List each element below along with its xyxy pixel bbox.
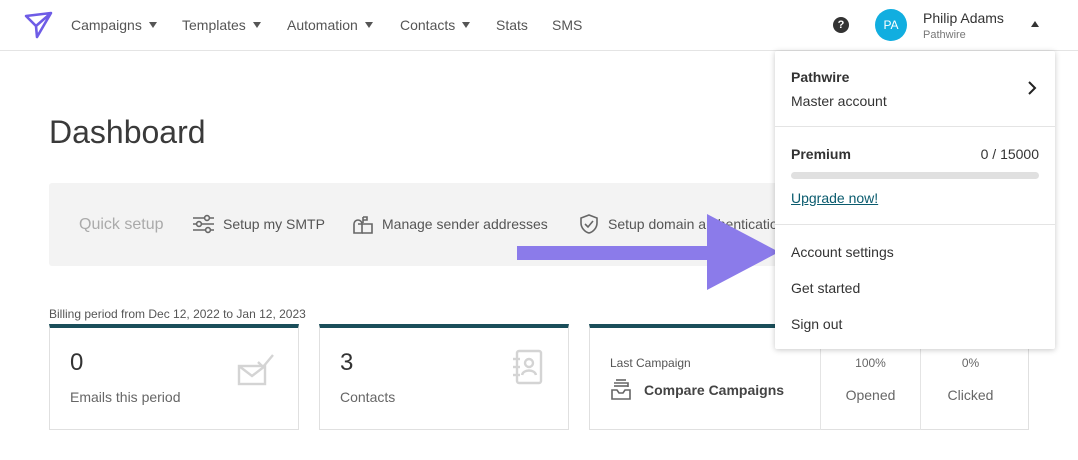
chevron-down-icon [148, 22, 157, 28]
contacts-card[interactable]: 3 Contacts [319, 324, 569, 430]
nav-campaigns[interactable]: Campaigns [71, 17, 157, 33]
plan-name: Premium [791, 146, 851, 162]
contacts-label: Contacts [340, 389, 396, 405]
annotation-arrow [517, 214, 779, 290]
nav-sms[interactable]: SMS [552, 17, 582, 33]
contacts-count: 3 [340, 349, 354, 376]
envelope-check-icon [237, 354, 274, 386]
dropdown-divider [775, 224, 1055, 225]
nav-contacts-label: Contacts [400, 17, 456, 33]
chevron-down-icon [462, 22, 471, 28]
opened-label: Opened [845, 387, 896, 403]
nav-templates[interactable]: Templates [182, 17, 261, 33]
nav-sms-label: SMS [552, 17, 583, 33]
paper-plane-icon[interactable] [24, 10, 54, 40]
chevron-up-icon[interactable] [1031, 21, 1039, 27]
account-role: Master account [791, 93, 887, 109]
chevron-down-icon [252, 22, 261, 28]
account-dropdown-menu: Pathwire Master account Premium 0 / 1500… [775, 51, 1055, 349]
emails-card[interactable]: 0 Emails this period [49, 324, 299, 430]
account-switcher[interactable]: Pathwire Master account [775, 51, 1055, 126]
emails-label: Emails this period [70, 389, 181, 405]
nav-campaigns-label: Campaigns [71, 17, 142, 33]
inbox-icon [611, 379, 631, 400]
nav-automation[interactable]: Automation [287, 17, 373, 33]
chevron-down-icon [364, 22, 373, 28]
nav-contacts[interactable]: Contacts [400, 17, 471, 33]
chevron-right-icon [1028, 81, 1037, 95]
clicked-label: Clicked [947, 387, 994, 403]
help-icon[interactable]: ? [833, 17, 849, 33]
upgrade-now-link[interactable]: Upgrade now! [791, 190, 878, 206]
nav-templates-label: Templates [182, 17, 246, 33]
sign-out-menu-item[interactable]: Sign out [791, 316, 842, 332]
account-name: Pathwire [791, 69, 850, 85]
nav-automation-label: Automation [287, 17, 358, 33]
clicked-percentage: 0% [961, 356, 980, 370]
last-campaign-label: Last Campaign [610, 356, 691, 370]
nav-stats[interactable]: Stats [496, 17, 528, 33]
opened-percentage: 100% [855, 356, 886, 370]
compare-campaigns-link[interactable]: Compare Campaigns [610, 379, 784, 401]
mailbox-icon [353, 216, 373, 234]
sliders-icon [193, 214, 214, 234]
quick-setup-label: Quick setup [79, 216, 164, 233]
avatar[interactable]: PA [875, 9, 907, 41]
billing-period: Billing period from Dec 12, 2022 to Jan … [49, 307, 306, 321]
plan-usage: 0 / 15000 [980, 146, 1039, 162]
user-name[interactable]: Philip Adams [923, 10, 1004, 26]
address-book-icon [513, 349, 543, 385]
nav-stats-label: Stats [496, 17, 528, 33]
compare-campaigns-label: Compare Campaigns [644, 382, 785, 398]
emails-count: 0 [70, 349, 84, 376]
user-organization: Pathwire [923, 29, 966, 41]
setup-smtp-label: Setup my SMTP [223, 216, 325, 232]
account-settings-menu-item[interactable]: Account settings [791, 244, 894, 260]
plan-usage-bar [791, 172, 1039, 179]
dropdown-divider [775, 126, 1055, 127]
top-navigation-bar: Campaigns Templates Automation Contacts … [0, 0, 1078, 51]
get-started-menu-item[interactable]: Get started [791, 280, 860, 296]
page-title: Dashboard [49, 114, 206, 150]
setup-smtp-link[interactable]: Setup my SMTP [192, 213, 325, 235]
